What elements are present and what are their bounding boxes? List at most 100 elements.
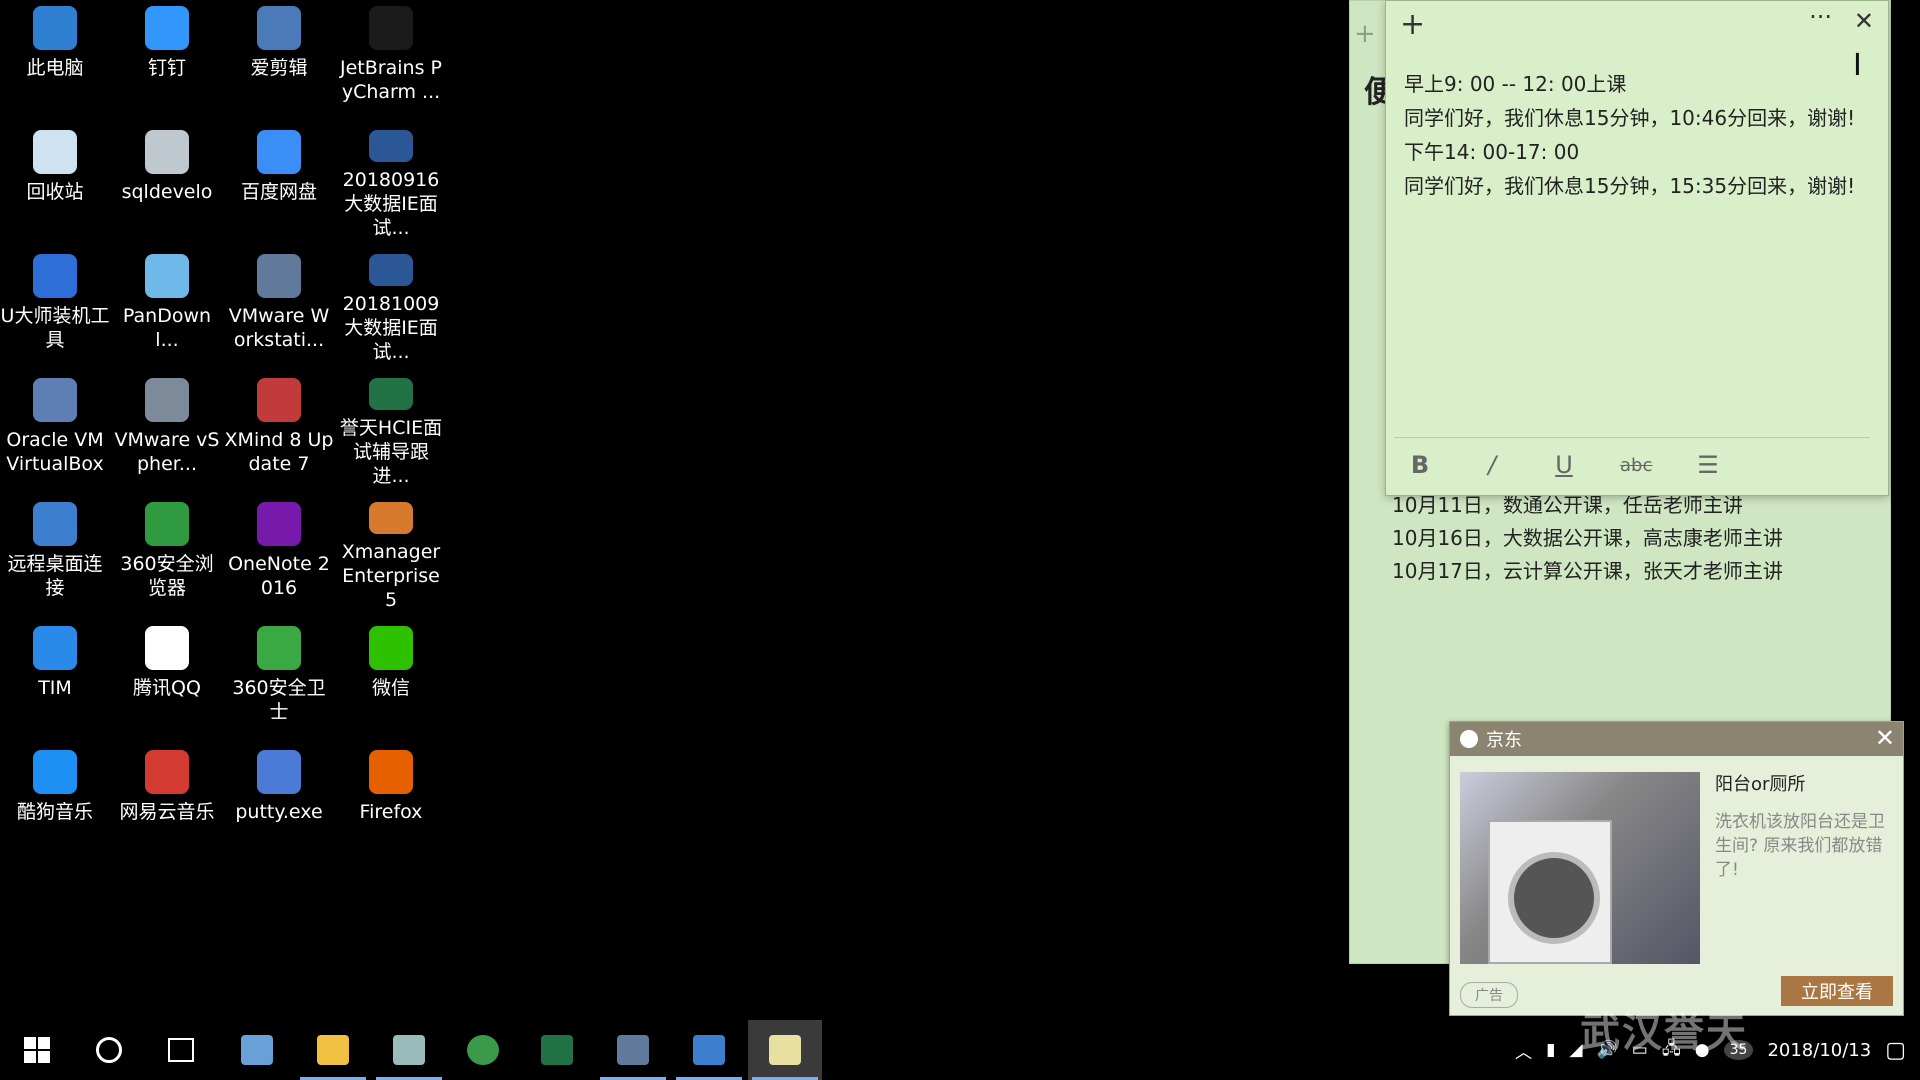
add-note-icon: + [1354, 19, 1376, 49]
vsphere-icon [145, 378, 189, 422]
list-button[interactable]: ☰ [1692, 451, 1724, 479]
desktop-icon[interactable]: 钉钉 [112, 0, 222, 116]
desktop-icon-label: putty.exe [235, 801, 323, 823]
pandownload-icon [145, 254, 189, 298]
desktop-icon[interactable]: 酷狗音乐 [0, 744, 110, 860]
desktop-icon[interactable]: 爱剪辑 [224, 0, 334, 116]
desktop-icon-label: 微信 [371, 677, 410, 699]
desktop-icon[interactable]: TIM [0, 620, 110, 736]
desktop-icon[interactable]: 腾讯QQ [112, 620, 222, 736]
add-note-button[interactable]: + [1400, 7, 1425, 42]
pycharm-icon [369, 6, 413, 50]
app-icon [241, 1035, 273, 1065]
desktop-icon[interactable]: OneNote 2016 [224, 496, 334, 612]
watermark: 武汉誉天 [1580, 1010, 1748, 1056]
desktop-icon[interactable]: 360安全卫士 [224, 620, 334, 736]
desktop-icon[interactable]: 微信 [336, 620, 446, 736]
sticky-note-back-content[interactable]: 10月11日，数通公开课，任岳老师主讲 10月16日，大数据公开课，高志康老师主… [1392, 489, 1783, 588]
udashi-icon [33, 254, 77, 298]
desktop-icon-label: 酷狗音乐 [16, 801, 93, 823]
view-now-button[interactable]: 立即查看 [1781, 976, 1893, 1006]
desktop-icon-label: Oracle VM VirtualBox [6, 429, 104, 475]
ad-title[interactable]: 阳台or厕所 [1715, 770, 1805, 796]
desktop-icon[interactable]: 网易云音乐 [112, 744, 222, 860]
word-doc-icon [369, 130, 413, 162]
desktop-icon[interactable]: 20181009大数据IE面试... [336, 248, 446, 364]
excel-doc-icon [369, 378, 413, 410]
note-line: 早上9: 00 -- 12: 00上课 [1404, 72, 1627, 96]
tim-icon [33, 626, 77, 670]
desktop-icon-label: 20181009大数据IE面试... [342, 293, 440, 363]
desktop-icon[interactable]: 誉天HCIE面试辅导跟进... [336, 372, 446, 488]
ad-popup[interactable]: 京东 ✕ 阳台or厕所 洗衣机该放阳台还是卫生间? 原来我们都放错了! 广告 立… [1449, 721, 1904, 1016]
clock-date[interactable]: 2018/10/13 [1767, 1040, 1871, 1061]
strikethrough-button[interactable]: abc [1620, 455, 1652, 476]
desktop-icon-label: 360安全卫士 [232, 677, 326, 723]
desktop-icon[interactable]: 360安全浏览器 [112, 496, 222, 612]
desktop-icon-label: Xmanager Enterprise 5 [341, 541, 441, 611]
desktop-icon-label: 此电脑 [26, 57, 84, 79]
show-hidden-icons-icon[interactable]: ︿ [1515, 1038, 1532, 1063]
desktop-icon[interactable]: JetBrains PyCharm ... [336, 0, 446, 116]
desktop-icon[interactable]: Xmanager Enterprise 5 [336, 496, 446, 612]
start-button[interactable] [0, 1020, 74, 1080]
popup-close-button[interactable]: ✕ [1875, 724, 1895, 752]
note-title-bar[interactable]: + ··· ✕ [1386, 1, 1888, 49]
washing-machine-icon [1488, 820, 1612, 964]
desktop-icon[interactable]: putty.exe [224, 744, 334, 860]
note-line: 同学们好，我们休息15分钟，15:35分回来，谢谢! [1404, 174, 1856, 198]
desktop-icon-label: U大师装机工具 [0, 305, 110, 351]
taskbar-file-explorer[interactable] [296, 1020, 370, 1080]
taskbar-app-1[interactable] [220, 1020, 294, 1080]
taskbar-remote-desktop[interactable] [672, 1020, 746, 1080]
sticky-note-front[interactable]: + ··· ✕ 早上9: 00 -- 12: 00上课 同学们好，我们休息15分… [1385, 0, 1889, 496]
video-editor-icon [257, 6, 301, 50]
underline-button[interactable]: U [1548, 451, 1580, 479]
text-cursor-icon: I [1853, 48, 1862, 83]
tray-app-icon[interactable]: ▮ [1546, 1040, 1555, 1060]
qq-icon [145, 626, 189, 670]
desktop-icon[interactable]: 回收站 [0, 124, 110, 240]
close-note-button[interactable]: ✕ [1854, 7, 1874, 35]
desktop-icon-label: TIM [38, 677, 72, 699]
task-view-button[interactable] [144, 1020, 218, 1080]
putty-icon [257, 750, 301, 794]
taskbar-app-3[interactable] [372, 1020, 446, 1080]
kugou-icon [33, 750, 77, 794]
taskbar-vmware[interactable] [596, 1020, 670, 1080]
sqldeveloper-icon [145, 130, 189, 174]
note-line: 同学们好，我们休息15分钟，10:46分回来，谢谢! [1404, 106, 1856, 130]
ad-badge: 广告 [1460, 982, 1518, 1008]
vmware-icon [257, 254, 301, 298]
wechat-icon [369, 626, 413, 670]
desktop-icon[interactable]: 此电脑 [0, 0, 110, 116]
computer-icon [33, 6, 77, 50]
ad-image[interactable] [1460, 772, 1700, 964]
360-safe-icon [257, 626, 301, 670]
desktop-icon[interactable]: U大师装机工具 [0, 248, 110, 364]
desktop-icon[interactable]: 远程桌面连接 [0, 496, 110, 612]
desktop-icon[interactable]: VMware Workstati... [224, 248, 334, 364]
desktop-icon[interactable]: 20180916大数据IE面试... [336, 124, 446, 240]
popup-source: 京东 [1486, 730, 1522, 751]
desktop-icon[interactable]: Firefox [336, 744, 446, 860]
bold-button[interactable]: B [1404, 451, 1436, 479]
desktop-icon[interactable]: XMind 8 Update 7 [224, 372, 334, 488]
desktop-icon[interactable]: PanDownl... [112, 248, 222, 364]
desktop-icon-label: Firefox [359, 801, 423, 823]
desktop-icon-label: 远程桌面连接 [7, 553, 103, 599]
cortana-button[interactable] [72, 1020, 146, 1080]
note-editor[interactable]: 早上9: 00 -- 12: 00上课 同学们好，我们休息15分钟，10:46分… [1404, 67, 1884, 203]
desktop-icon[interactable]: 百度网盘 [224, 124, 334, 240]
desktop-icon[interactable]: Oracle VM VirtualBox [0, 372, 110, 488]
vmware-icon [617, 1035, 649, 1065]
more-options-button[interactable]: ··· [1809, 3, 1832, 31]
italic-button[interactable]: / [1476, 451, 1508, 479]
taskbar-excel[interactable] [520, 1020, 594, 1080]
taskbar-sticky-notes[interactable] [748, 1020, 822, 1080]
action-center-icon[interactable]: ▢ [1885, 1038, 1906, 1063]
windows-icon [24, 1037, 50, 1063]
desktop-icon[interactable]: sqldevelo [112, 124, 222, 240]
taskbar-browser[interactable] [446, 1020, 520, 1080]
desktop-icon[interactable]: VMware vSpher... [112, 372, 222, 488]
